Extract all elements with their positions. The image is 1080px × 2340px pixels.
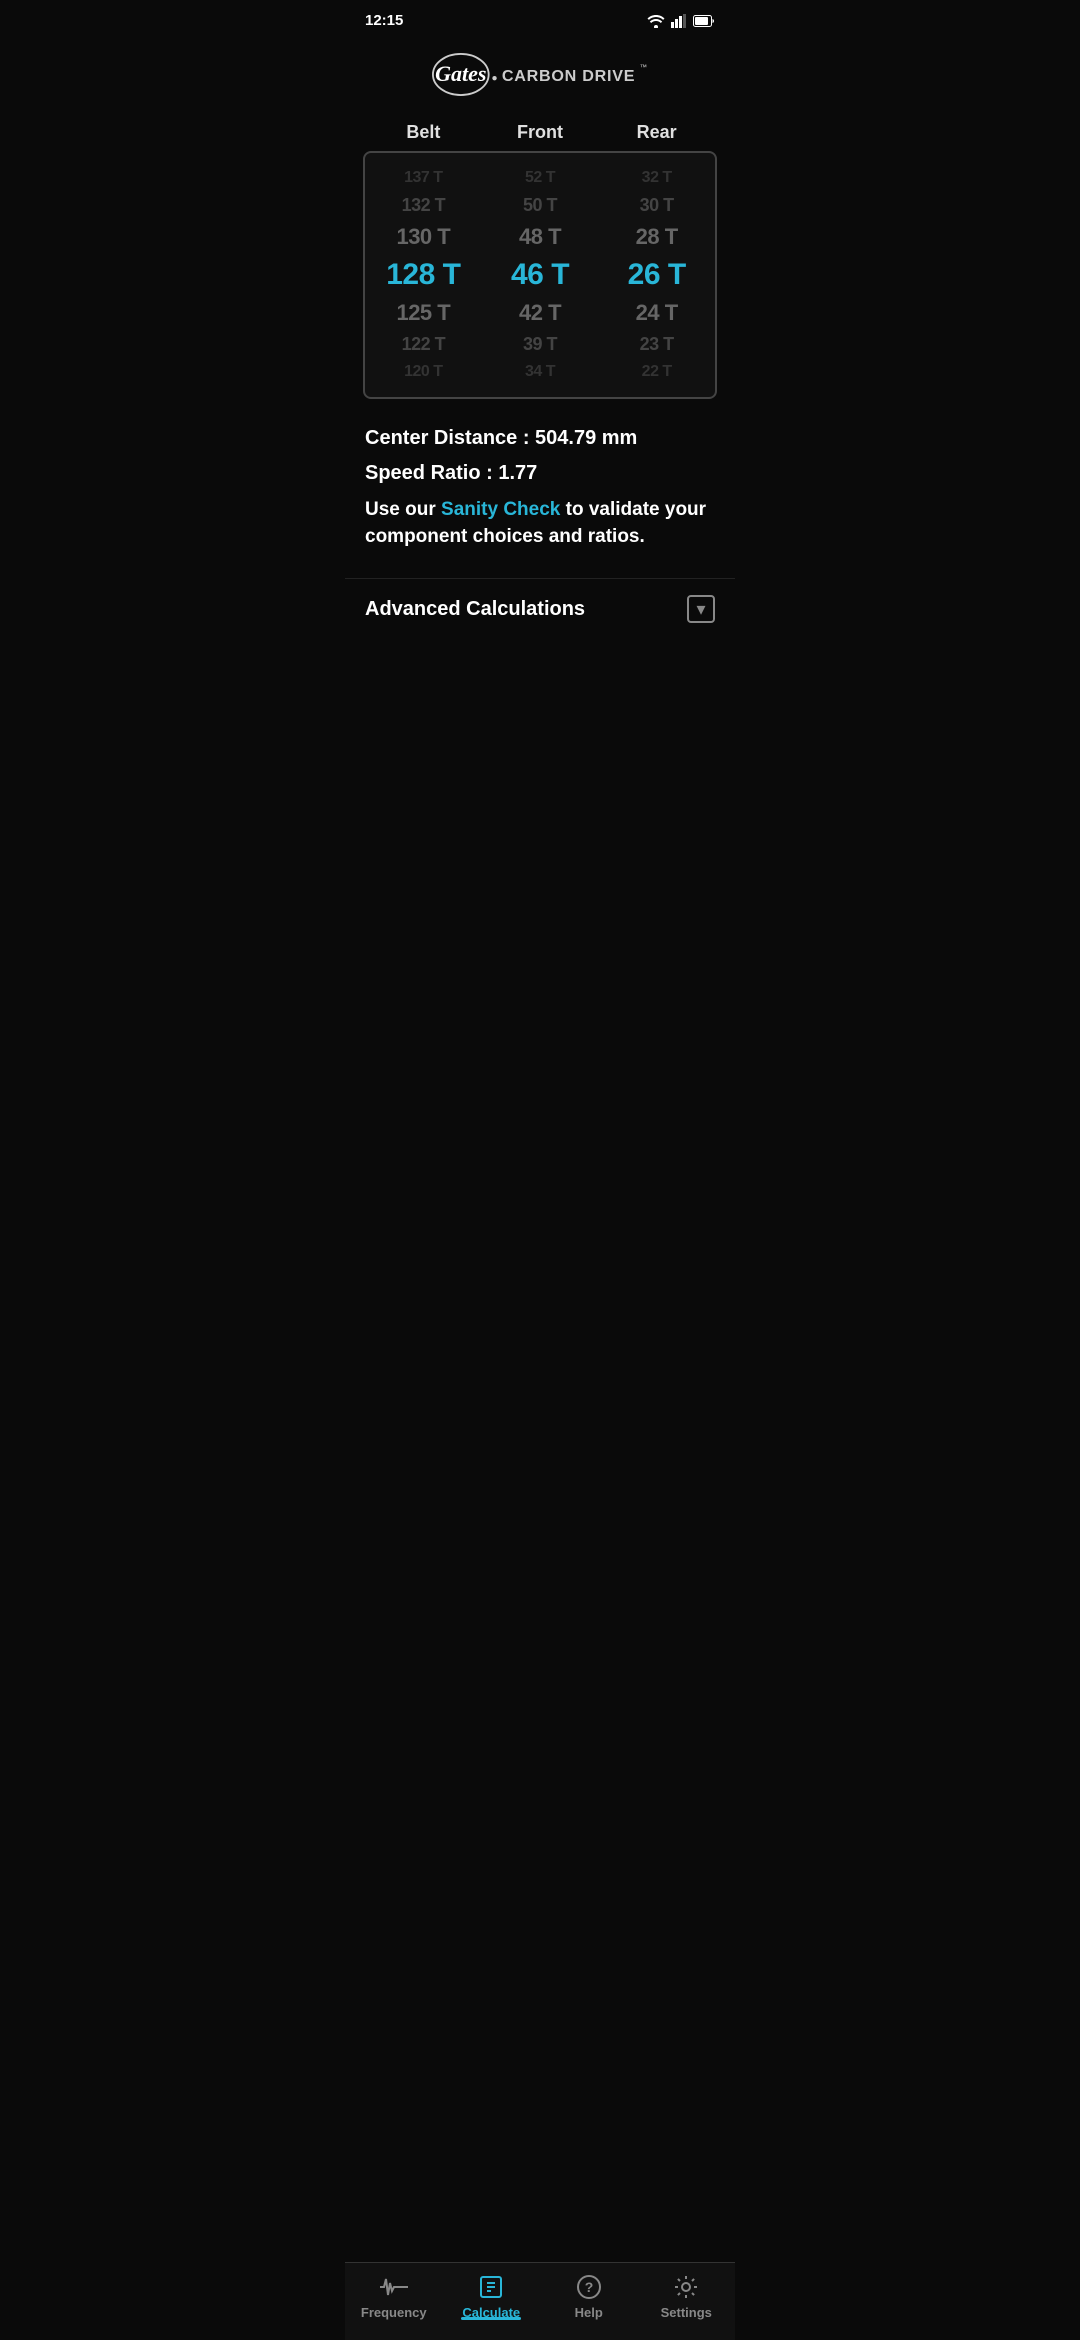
help-icon: ? [575,2273,603,2301]
advanced-row[interactable]: Advanced Calculations [345,578,735,639]
picker-cell-rear: 24 T [598,300,715,326]
picker-cell-belt: 122 T [365,334,482,355]
picker-cell-front: 46 T [482,258,599,292]
picker-row[interactable]: 122 T39 T23 T [365,330,715,359]
picker-row[interactable]: 137 T52 T32 T [365,165,715,191]
nav-help-label: Help [575,2305,603,2320]
picker-cell-belt: 137 T [365,169,482,187]
signal-icon [671,14,687,28]
gates-logo: Gates CARBON DRIVE ™ [430,47,650,102]
bottom-nav: Frequency Calculate ? Help [345,2262,735,2340]
picker-cell-rear: 32 T [598,169,715,187]
logo-container: Gates CARBON DRIVE ™ [345,37,735,122]
svg-text:™: ™ [640,62,647,71]
picker-rows: 137 T52 T32 T132 T50 T30 T130 T48 T28 T1… [365,165,715,385]
picker-row[interactable]: 128 T46 T26 T [365,254,715,296]
picker-row[interactable]: 130 T48 T28 T [365,220,715,254]
picker-cell-belt: 125 T [365,300,482,326]
calculate-icon [477,2273,505,2301]
rear-header: Rear [598,122,715,143]
picker-cell-belt: 120 T [365,363,482,381]
picker-cell-rear: 23 T [598,334,715,355]
nav-settings[interactable]: Settings [638,2273,736,2320]
picker-cell-rear: 22 T [598,363,715,381]
center-distance: Center Distance : 504.79 mm [365,427,715,450]
picker-cell-rear: 28 T [598,224,715,250]
picker-cell-front: 48 T [482,224,599,250]
belt-header: Belt [365,122,482,143]
column-headers: Belt Front Rear [345,122,735,143]
picker-cell-belt: 130 T [365,224,482,250]
info-section: Center Distance : 504.79 mm Speed Ratio … [345,415,735,578]
sanity-prefix: Use our [365,499,441,520]
picker-cell-front: 50 T [482,195,599,216]
picker-cell-front: 42 T [482,300,599,326]
picker-cell-rear: 30 T [598,195,715,216]
nav-calculate[interactable]: Calculate [443,2273,541,2320]
picker-cell-front: 39 T [482,334,599,355]
battery-icon [693,15,715,27]
wifi-icon [647,14,665,28]
frequency-icon [380,2273,408,2301]
nav-help[interactable]: ? Help [540,2273,638,2320]
picker-row[interactable]: 120 T34 T22 T [365,359,715,385]
svg-text:CARBON DRIVE: CARBON DRIVE [502,67,635,85]
nav-frequency[interactable]: Frequency [345,2273,443,2320]
status-icons [647,14,715,28]
front-header: Front [482,122,599,143]
nav-frequency-label: Frequency [361,2305,427,2320]
sanity-link[interactable]: Sanity Check [441,499,560,520]
picker-row[interactable]: 125 T42 T24 T [365,296,715,330]
svg-text:Gates: Gates [435,61,486,86]
time: 12:15 [365,12,403,29]
picker-row[interactable]: 132 T50 T30 T [365,191,715,220]
picker-cell-front: 52 T [482,169,599,187]
nav-settings-label: Settings [661,2305,712,2320]
picker-cell-front: 34 T [482,363,599,381]
picker-cell-belt: 128 T [365,258,482,292]
picker-cell-belt: 132 T [365,195,482,216]
speed-ratio: Speed Ratio : 1.77 [365,462,715,485]
status-bar: 12:15 [345,0,735,37]
settings-icon [672,2273,700,2301]
sanity-text: Use our Sanity Check to validate your co… [365,497,715,550]
svg-text:?: ? [584,2279,593,2295]
advanced-label: Advanced Calculations [365,598,585,621]
picker-cell-rear: 26 T [598,258,715,292]
picker-box[interactable]: 137 T52 T32 T132 T50 T30 T130 T48 T28 T1… [363,151,717,399]
nav-active-indicator [461,2317,521,2320]
chevron-down-icon[interactable] [687,595,715,623]
